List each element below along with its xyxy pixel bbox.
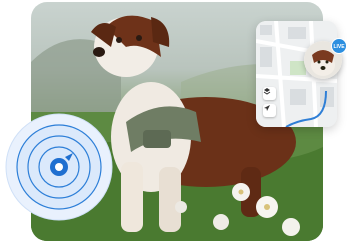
layers-icon (263, 88, 271, 95)
app-hero: LIVE (0, 0, 347, 243)
map-locate-button[interactable] (263, 104, 276, 117)
live-badge: LIVE (331, 38, 347, 54)
radar-locator[interactable] (5, 113, 113, 221)
radar-rings (5, 113, 113, 221)
map-layers-button[interactable] (263, 87, 276, 100)
locate-icon (264, 105, 270, 111)
